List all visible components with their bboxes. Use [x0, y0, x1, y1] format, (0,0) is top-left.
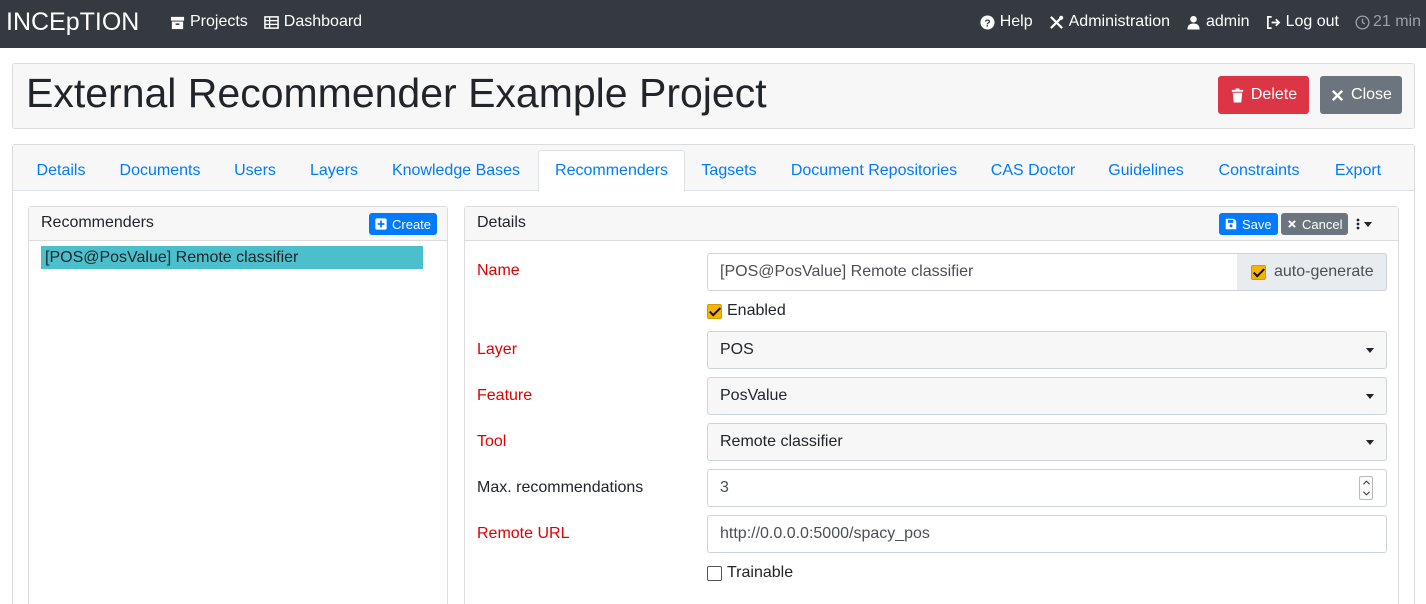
name-label: Name [477, 262, 520, 279]
project-title: External Recommender Example Project [26, 70, 767, 116]
layer-select-value: POS [720, 341, 754, 358]
tab-documents[interactable]: Documents [106, 150, 214, 192]
trainable-label: Trainable [727, 564, 794, 581]
session-timer: 21 min [1355, 13, 1421, 31]
chevron-down-icon [1363, 491, 1370, 496]
sign-out-icon [1266, 15, 1280, 29]
tab-recommenders[interactable]: Recommenders [538, 150, 685, 192]
trainable-checkbox[interactable] [707, 565, 722, 581]
details-panel-header: Details Save Cancel [465, 207, 1398, 241]
tools-icon [1049, 15, 1063, 29]
chevron-down-icon [1366, 348, 1374, 353]
top-navbar: INCEpTION Projects Dashboard ? Help Admi… [0, 0, 1426, 48]
tab-knowledge-bases[interactable]: Knowledge Bases [379, 150, 533, 192]
brand-logo[interactable]: INCEpTION [6, 8, 139, 37]
layer-select[interactable]: POS [707, 331, 1387, 369]
enabled-label: Enabled [727, 302, 786, 319]
chevron-down-icon [1366, 394, 1374, 399]
tab-users[interactable]: Users [221, 150, 289, 192]
ellipsis-vertical-icon [1356, 218, 1360, 230]
cancel-button-label: Cancel [1302, 216, 1343, 232]
tab-details[interactable]: Details [23, 150, 99, 192]
nav-user[interactable]: admin [1186, 13, 1250, 31]
close-icon [1288, 220, 1296, 228]
layer-label: Layer [477, 341, 518, 358]
nav-help-label: Help [999, 13, 1033, 30]
cancel-button[interactable]: Cancel [1281, 213, 1349, 235]
nav-logout[interactable]: Log out [1266, 13, 1339, 31]
tool-label: Tool [477, 433, 507, 450]
recommenders-panel-header: Recommenders Create [29, 207, 447, 241]
close-button-label: Close [1351, 86, 1392, 103]
delete-button[interactable]: Delete [1218, 76, 1309, 114]
number-stepper[interactable] [1359, 476, 1373, 500]
tab-guidelines[interactable]: Guidelines [1096, 150, 1196, 192]
nav-projects-label: Projects [190, 13, 248, 30]
auto-generate-toggle[interactable]: auto-generate [1237, 253, 1387, 291]
tab-layers[interactable]: Layers [296, 150, 372, 192]
recommenders-panel-title: Recommenders [41, 214, 154, 231]
auto-generate-checkbox[interactable] [1251, 264, 1266, 280]
tab-document-repositories[interactable]: Document Repositories [776, 150, 972, 192]
details-panel-title: Details [477, 214, 526, 231]
recommender-list-item[interactable]: [POS@PosValue] Remote classifier [41, 246, 423, 269]
tab-constraints[interactable]: Constraints [1204, 150, 1314, 192]
delete-button-label: Delete [1250, 86, 1298, 103]
feature-select-value: PosValue [720, 387, 788, 404]
caret-down-icon [1364, 222, 1372, 227]
svg-text:?: ? [984, 18, 990, 29]
question-circle-icon: ? [980, 14, 995, 30]
nav-dashboard-label: Dashboard [283, 13, 363, 30]
project-header: External Recommender Example Project Del… [12, 63, 1415, 129]
save-button[interactable]: Save [1219, 213, 1278, 235]
feature-label: Feature [477, 387, 533, 404]
user-icon [1187, 15, 1200, 30]
archive-icon [170, 16, 185, 29]
save-button-label: Save [1242, 216, 1272, 232]
max-recommendations-label: Max. recommendations [477, 479, 644, 496]
create-button-label: Create [392, 216, 432, 232]
table-icon [263, 15, 279, 29]
nav-left: Projects Dashboard [170, 13, 362, 31]
chevron-up-icon [1363, 480, 1370, 485]
close-button[interactable]: Close [1320, 76, 1402, 114]
tab-export[interactable]: Export [1321, 150, 1395, 192]
tool-select-value: Remote classifier [720, 433, 843, 450]
more-options-menu[interactable] [1355, 217, 1379, 231]
details-panel: Details Save Cancel Name [POS@PosValue] … [464, 206, 1399, 604]
plus-square-icon [375, 218, 387, 230]
max-recommendations-value: 3 [720, 479, 729, 496]
create-recommender-button[interactable]: Create [369, 213, 438, 235]
nav-dashboard[interactable]: Dashboard [263, 13, 363, 31]
tool-select[interactable]: Remote classifier [707, 423, 1387, 461]
auto-generate-label: auto-generate [1274, 263, 1374, 280]
nav-administration-label: Administration [1068, 13, 1170, 30]
session-timer-label: 21 min [1372, 13, 1421, 30]
nav-right: ? Help Administration admin Log out 21 m… [980, 13, 1421, 31]
close-icon [1331, 89, 1344, 101]
clock-icon [1355, 14, 1370, 30]
project-settings-card: Details Documents Users Layers Knowledge… [12, 144, 1415, 604]
nav-user-label: admin [1206, 13, 1250, 30]
trash-icon [1231, 87, 1243, 103]
max-recommendations-input[interactable]: 3 [707, 469, 1387, 507]
nav-logout-label: Log out [1285, 13, 1339, 30]
chevron-down-icon [1366, 440, 1374, 445]
enabled-toggle[interactable]: Enabled [707, 302, 786, 320]
tab-cas-doctor[interactable]: CAS Doctor [979, 150, 1087, 192]
remote-url-label: Remote URL [477, 525, 570, 542]
name-input[interactable]: [POS@PosValue] Remote classifier [707, 253, 1238, 291]
nav-help[interactable]: ? Help [980, 13, 1033, 31]
nav-administration[interactable]: Administration [1049, 13, 1170, 31]
recommenders-panel: Recommenders Create [POS@PosValue] Remot… [28, 206, 448, 604]
remote-url-input[interactable]: http://0.0.0.0:5000/spacy_pos [707, 515, 1387, 553]
feature-select[interactable]: PosValue [707, 377, 1387, 415]
save-icon [1225, 218, 1237, 230]
enabled-checkbox[interactable] [707, 303, 722, 319]
trainable-toggle[interactable]: Trainable [707, 564, 793, 582]
tab-bar: Details Documents Users Layers Knowledge… [13, 145, 1414, 192]
nav-projects[interactable]: Projects [170, 13, 248, 31]
tab-tagsets[interactable]: Tagsets [690, 150, 768, 192]
